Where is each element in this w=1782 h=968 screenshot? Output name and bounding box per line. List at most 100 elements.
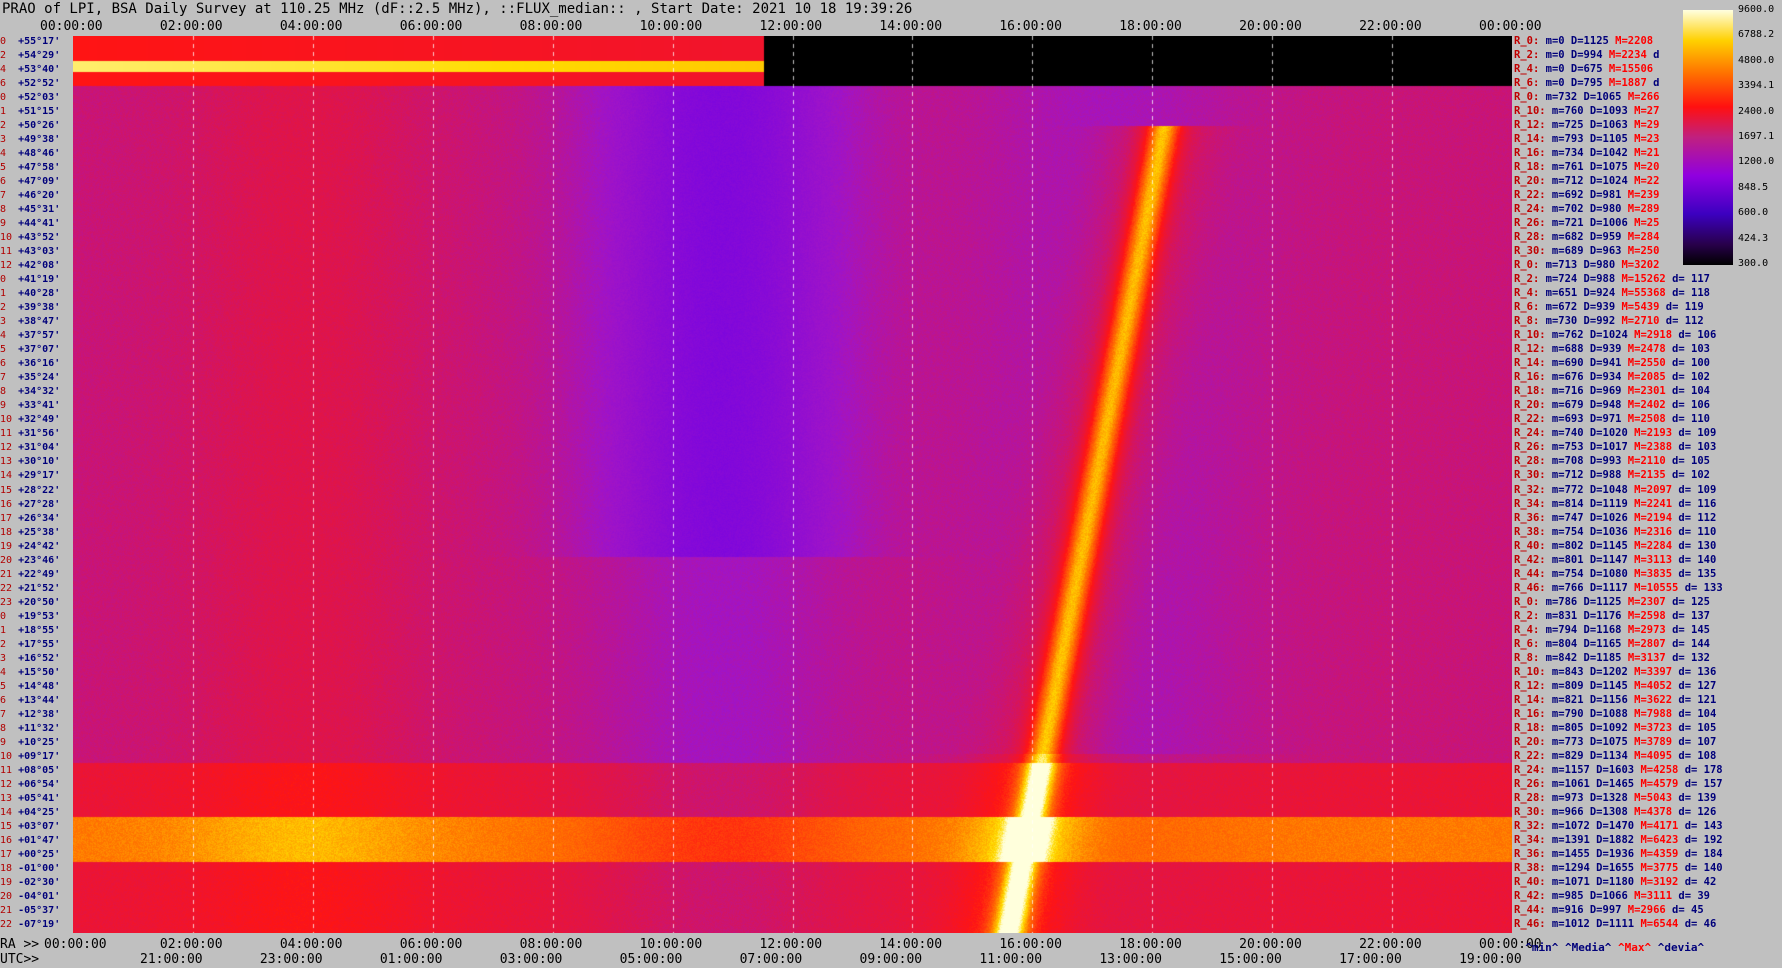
declination-label: 22 -07°19' <box>0 918 61 930</box>
declination-label: 10 +43°52' <box>0 232 61 244</box>
declination-label: 4 +37°57' <box>0 330 61 342</box>
stats-row: R_32: m=772 D=1048 M=2097 d= 109 <box>1514 483 1717 496</box>
stats-row: R_14: m=821 D=1156 M=3622 d= 121 <box>1514 693 1717 706</box>
declination-label: 5 +47°58' <box>0 162 61 174</box>
declination-label: 3 +49°38' <box>0 134 61 146</box>
colorbar-label: 4800.0 <box>1738 54 1775 66</box>
declination-label: 2 +54°29' <box>0 50 61 62</box>
declination-label: 20 +23°46' <box>0 554 61 566</box>
declination-label: 6 +36°16' <box>0 358 61 370</box>
utc-tick: 11:00:00 <box>979 952 1043 967</box>
declination-axis: 0 +55°17' 2 +54°29' 4 +53°40' 6 +52°52' 0 +5… <box>0 36 73 933</box>
declination-label: 8 +34°32' <box>0 386 61 398</box>
colorbar-label: 9600.0 <box>1738 4 1775 15</box>
ra-tick: 04:00:00 <box>279 937 343 952</box>
stats-row: R_42: m=801 D=1147 M=3113 d= 140 <box>1514 553 1717 566</box>
declination-label: 9 +10°25' <box>0 736 61 748</box>
stats-row: R_12: m=809 D=1145 M=4052 d= 127 <box>1514 679 1717 692</box>
colorbar-label: 2400.0 <box>1738 105 1775 117</box>
top-tick: 00:00:00 <box>40 19 103 34</box>
stats-row: R_12: m=725 D=1063 M=29 <box>1514 119 1660 132</box>
stats-row: R_26: m=1061 D=1465 M=4579 d= 157 <box>1514 777 1723 790</box>
declination-label: 17 +26°34' <box>0 512 61 524</box>
ra-tick: 06:00:00 <box>399 937 463 952</box>
declination-label: 23 +20°50' <box>0 596 61 608</box>
stats-row: R_36: m=1455 D=1936 M=4359 d= 184 <box>1514 847 1723 860</box>
stats-row: R_16: m=676 D=934 M=2085 d= 102 <box>1514 371 1710 384</box>
utc-axis-label: UTC>> <box>0 952 40 967</box>
top-tick: 12:00:00 <box>759 19 823 34</box>
declination-label: 5 +37°07' <box>0 344 61 356</box>
declination-label: 3 +16°52' <box>0 652 61 664</box>
declination-label: 18 -01°00' <box>0 862 61 874</box>
stats-row: R_20: m=712 D=1024 M=22 <box>1514 175 1660 188</box>
top-tick: 00:00:00 <box>1479 19 1542 34</box>
stats-row: R_30: m=712 D=988 M=2135 d= 102 <box>1514 469 1710 482</box>
stats-row: R_24: m=1157 D=1603 M=4258 d= 178 <box>1514 763 1723 776</box>
stats-row: R_44: m=754 D=1080 M=3835 d= 135 <box>1514 567 1717 580</box>
chart-title: PRAO of LPI, BSA Daily Survey at 110.25 … <box>2 1 913 17</box>
ra-tick: 02:00:00 <box>159 937 223 952</box>
stats-row: R_2: m=724 D=988 M=15262 d= 117 <box>1514 273 1711 286</box>
declination-label: 0 +52°03' <box>0 92 61 104</box>
stats-row: R_30: m=689 D=963 M=250 <box>1514 245 1660 258</box>
top-tick: 08:00:00 <box>519 19 583 34</box>
top-tick: 20:00:00 <box>1239 19 1302 34</box>
declination-label: 19 +24°42' <box>0 540 61 552</box>
stats-row: R_16: m=790 D=1088 M=7988 d= 104 <box>1514 707 1717 720</box>
stats-row: R_4: m=651 D=924 M=55368 d= 118 <box>1514 287 1711 300</box>
colorbar-label: 6788.2 <box>1738 29 1775 41</box>
stats-row: R_24: m=740 D=1020 M=2193 d= 109 <box>1514 427 1717 440</box>
ra-tick: 12:00:00 <box>759 937 823 952</box>
stats-row: R_20: m=679 D=948 M=2402 d= 106 <box>1514 399 1710 412</box>
declination-label: 16 +01°47' <box>0 834 61 846</box>
declination-label: 8 +45°31' <box>0 204 61 216</box>
top-tick: 22:00:00 <box>1359 19 1422 34</box>
top-tick: 16:00:00 <box>999 19 1062 34</box>
ra-tick: 00:00:00 <box>44 937 107 952</box>
stats-row: R_38: m=1294 D=1655 M=3775 d= 140 <box>1514 861 1723 874</box>
utc-tick: 23:00:00 <box>259 952 323 967</box>
colorbar-label: 600.0 <box>1738 207 1769 219</box>
declination-label: 7 +12°38' <box>0 708 61 720</box>
flux-waterfall-plot <box>73 36 1512 933</box>
declination-label: 2 +50°26' <box>0 120 61 132</box>
ra-tick: 20:00:00 <box>1239 937 1302 952</box>
ra-tick: 08:00:00 <box>519 937 583 952</box>
stats-row: R_2: m=831 D=1176 M=2598 d= 137 <box>1514 609 1711 622</box>
stats-row: R_6: m=0 D=795 M=1887 d <box>1514 77 1660 90</box>
stats-row: R_14: m=690 D=941 M=2550 d= 100 <box>1514 357 1710 370</box>
declination-label: 6 +47°09' <box>0 176 61 188</box>
declination-label: 6 +13°44' <box>0 694 61 706</box>
stats-row: R_26: m=753 D=1017 M=2388 d= 103 <box>1514 441 1717 454</box>
top-tick: 10:00:00 <box>639 19 703 34</box>
declination-label: 9 +33°41' <box>0 400 61 412</box>
declination-label: 5 +14°48' <box>0 680 61 692</box>
declination-label: 11 +31°56' <box>0 428 61 440</box>
colorbar <box>1683 10 1733 265</box>
stats-row: R_18: m=716 D=969 M=2301 d= 104 <box>1514 385 1710 398</box>
declination-label: 12 +42°08' <box>0 260 61 272</box>
declination-label: 10 +32°49' <box>0 414 61 426</box>
ra-axis-label: RA >> <box>0 937 40 952</box>
declination-label: 9 +44°41' <box>0 218 61 230</box>
declination-label: 16 +27°28' <box>0 498 61 510</box>
stats-row: R_32: m=1072 D=1470 M=4171 d= 143 <box>1514 819 1723 832</box>
stats-row: R_18: m=805 D=1092 M=3723 d= 105 <box>1514 721 1717 734</box>
stats-row: R_0: m=786 D=1125 M=2307 d= 125 <box>1514 595 1711 608</box>
declination-label: 21 -05°37' <box>0 904 61 916</box>
utc-tick: 01:00:00 <box>379 952 443 967</box>
declination-label: 6 +52°52' <box>0 78 61 90</box>
declination-label: 10 +09°17' <box>0 750 61 762</box>
declination-label: 19 -02°30' <box>0 876 61 888</box>
declination-label: 4 +15°50' <box>0 666 61 678</box>
stats-row: R_26: m=721 D=1006 M=25 <box>1514 217 1660 230</box>
utc-tick: 21:00:00 <box>140 952 203 967</box>
stats-row: R_20: m=773 D=1075 M=3789 d= 107 <box>1514 735 1717 748</box>
declination-label: 13 +05°41' <box>0 792 61 804</box>
stats-row: R_6: m=672 D=939 M=5439 d= 119 <box>1514 301 1704 314</box>
declination-label: 1 +51°15' <box>0 106 61 118</box>
colorbar-label: 3394.1 <box>1738 80 1775 92</box>
declination-label: 20 -04°01' <box>0 890 61 902</box>
stats-row: R_0: m=732 D=1065 M=266 <box>1514 91 1660 104</box>
